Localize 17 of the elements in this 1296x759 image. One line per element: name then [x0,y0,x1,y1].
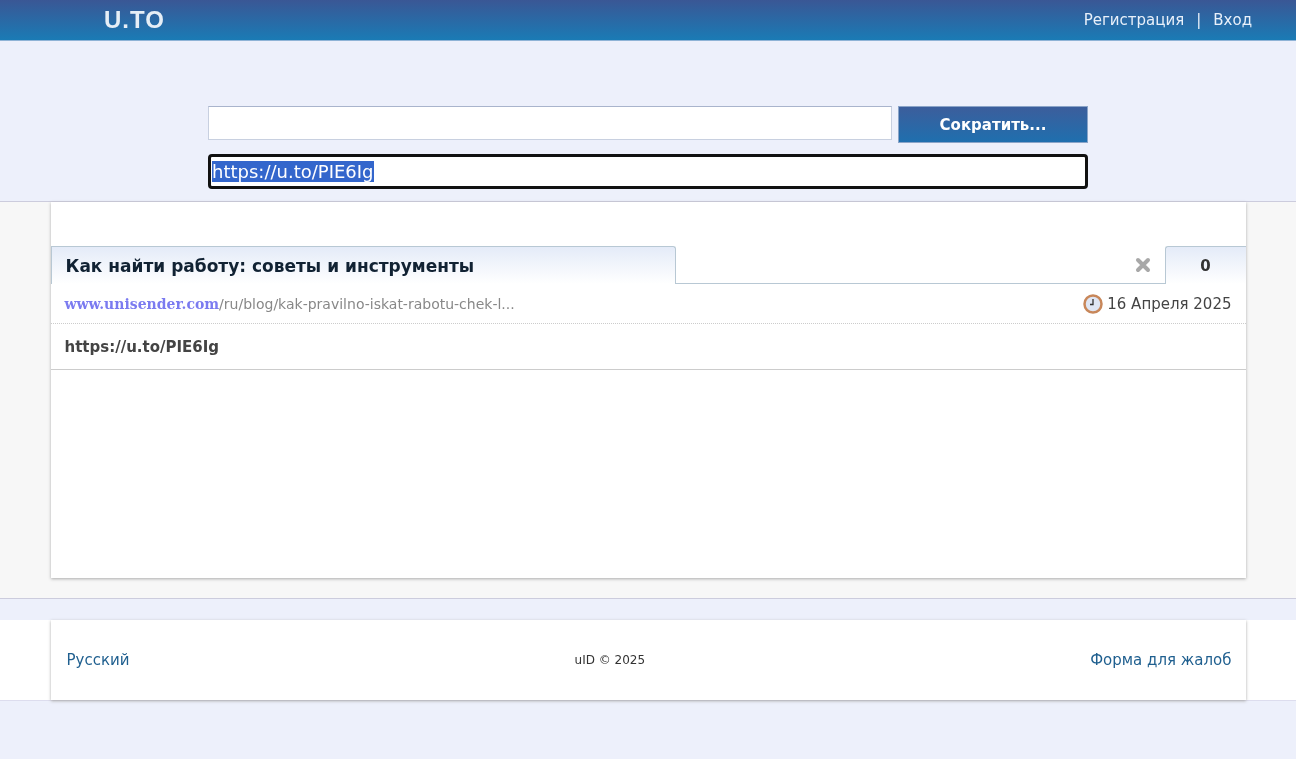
url-input-field[interactable] [208,106,892,140]
complaint-form-link[interactable]: Форма для жалоб [1090,651,1232,669]
link-title: Как найти работу: советы и инструменты [50,246,676,284]
login-link[interactable]: Вход [1213,11,1252,29]
short-url-text: https://u.to/PIE6Ig [64,337,220,356]
copyright-text: uID © 2025 [574,653,646,667]
language-link[interactable]: Русский [66,651,130,669]
short-url-field[interactable]: https://u.to/PIE6Ig [208,154,1088,189]
site-logo[interactable]: U.TO [104,6,165,34]
clock-icon [1083,293,1104,314]
separator-text: | [1196,11,1202,29]
date-text: 16 Апреля 2025 [1107,294,1232,313]
shorten-button[interactable]: Сократить... [898,106,1088,143]
click-count: 0 [1164,246,1246,284]
close-icon[interactable] [1134,256,1151,273]
register-link[interactable]: Регистрация [1083,11,1185,29]
source-url-link[interactable]: www.unisender.com/ru/blog/kak-pravilno-iskat-rabotu-chek-l... [64,295,515,312]
